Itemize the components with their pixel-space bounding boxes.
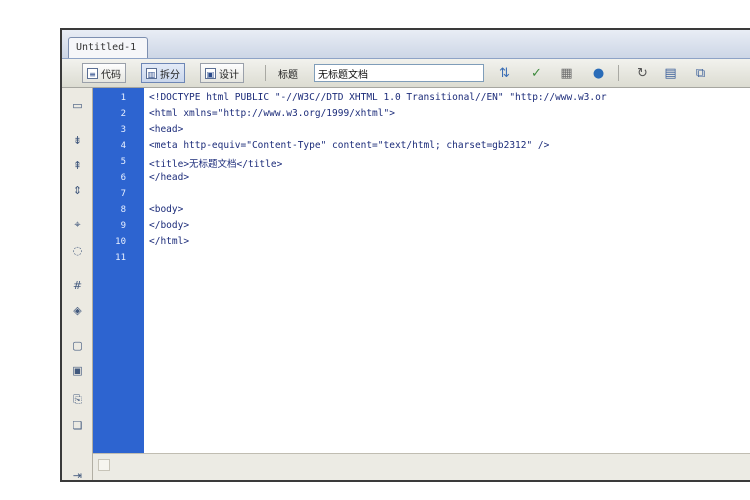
editor-window: Untitled-1 ≡ 代码 ▥ 拆分 ▣ 设计 标题 ⇅ ✓ ▦ ● ↻ ▤…: [60, 28, 750, 482]
document-tab[interactable]: Untitled-1: [68, 37, 148, 58]
line-number-gutter: 1 2 3 4 5 6 7 8 9 10 11: [93, 88, 144, 454]
split-view-icon: ▥: [146, 67, 157, 79]
code-view-label: 代码: [101, 69, 121, 81]
wrap-tag-icon[interactable]: ⎘: [70, 393, 85, 407]
design-view-icon: ▣: [205, 67, 216, 79]
code-editor[interactable]: <!DOCTYPE html PUBLIC "-//W3C//DTD XHTML…: [144, 88, 750, 454]
line-number: 11: [115, 253, 126, 263]
tag-selector[interactable]: [98, 459, 110, 471]
code-view-button[interactable]: ≡ 代码: [82, 63, 126, 83]
line-number: 1: [120, 93, 126, 103]
title-label: 标题: [278, 70, 298, 81]
remove-comment-icon[interactable]: ▣: [70, 363, 85, 377]
split-view-button[interactable]: ▥ 拆分: [141, 63, 185, 83]
document-tab-bar: Untitled-1: [62, 30, 750, 59]
highlight-invalid-code-icon[interactable]: ◈: [70, 303, 85, 317]
design-view-label: 设计: [219, 69, 239, 81]
line-number: 10: [115, 237, 126, 247]
file-management-icon[interactable]: ⇅: [496, 65, 513, 81]
toolbar-separator: [265, 65, 266, 81]
code-line[interactable]: <meta http-equiv="Content-Type" content=…: [149, 140, 549, 151]
line-number: 7: [120, 189, 126, 199]
document-toolbar: ≡ 代码 ▥ 拆分 ▣ 设计 标题 ⇅ ✓ ▦ ● ↻ ▤ ⧉: [62, 59, 750, 88]
toolbar-separator: [618, 65, 619, 81]
view-options-icon[interactable]: ▤: [662, 65, 679, 81]
collapse-selection-icon[interactable]: ⇞: [70, 158, 85, 172]
code-line[interactable]: <title>无标题文档</title>: [149, 156, 282, 170]
preview-in-browser-icon[interactable]: ✓: [528, 65, 545, 81]
expand-all-icon[interactable]: ⇕: [70, 183, 85, 197]
line-numbers-icon[interactable]: #: [70, 278, 85, 292]
line-number: 9: [120, 221, 126, 231]
code-line[interactable]: <html xmlns="http://www.w3.org/1999/xhtm…: [149, 108, 395, 119]
code-line[interactable]: </head>: [149, 172, 189, 183]
line-number: 6: [120, 173, 126, 183]
indent-icon[interactable]: ⇥: [70, 468, 85, 482]
validate-icon[interactable]: ▦: [558, 65, 575, 81]
code-view-icon: ≡: [87, 67, 98, 79]
line-number: 8: [120, 205, 126, 215]
select-parent-tag-icon[interactable]: ⌖: [70, 218, 85, 232]
line-number: 3: [120, 125, 126, 135]
title-input[interactable]: [314, 64, 484, 82]
code-line[interactable]: </body>: [149, 220, 189, 231]
code-line[interactable]: <!DOCTYPE html PUBLIC "-//W3C//DTD XHTML…: [149, 92, 607, 103]
refresh-icon[interactable]: ↻: [634, 65, 651, 81]
visual-aids-icon[interactable]: ⧉: [692, 65, 709, 81]
apply-comment-icon[interactable]: ▢: [70, 338, 85, 352]
line-number: 4: [120, 141, 126, 151]
line-number: 5: [120, 157, 126, 167]
check-browser-icon[interactable]: ●: [590, 65, 607, 81]
code-line[interactable]: </html>: [149, 236, 189, 247]
recent-snippets-icon[interactable]: ❏: [70, 418, 85, 432]
split-view-label: 拆分: [160, 69, 180, 81]
design-view-button[interactable]: ▣ 设计: [200, 63, 244, 83]
code-line[interactable]: <head>: [149, 124, 183, 135]
open-documents-icon[interactable]: ▭: [70, 98, 85, 112]
status-bar: [93, 453, 750, 480]
code-line[interactable]: <body>: [149, 204, 183, 215]
line-number: 2: [120, 109, 126, 119]
collapse-tag-icon[interactable]: ⇟: [70, 133, 85, 147]
balance-braces-icon[interactable]: ◌: [70, 243, 85, 257]
coding-toolbar: ▭ ⇟ ⇞ ⇕ ⌖ ◌ # ◈ ▢ ▣ ⎘ ❏ ⇥: [62, 88, 93, 482]
